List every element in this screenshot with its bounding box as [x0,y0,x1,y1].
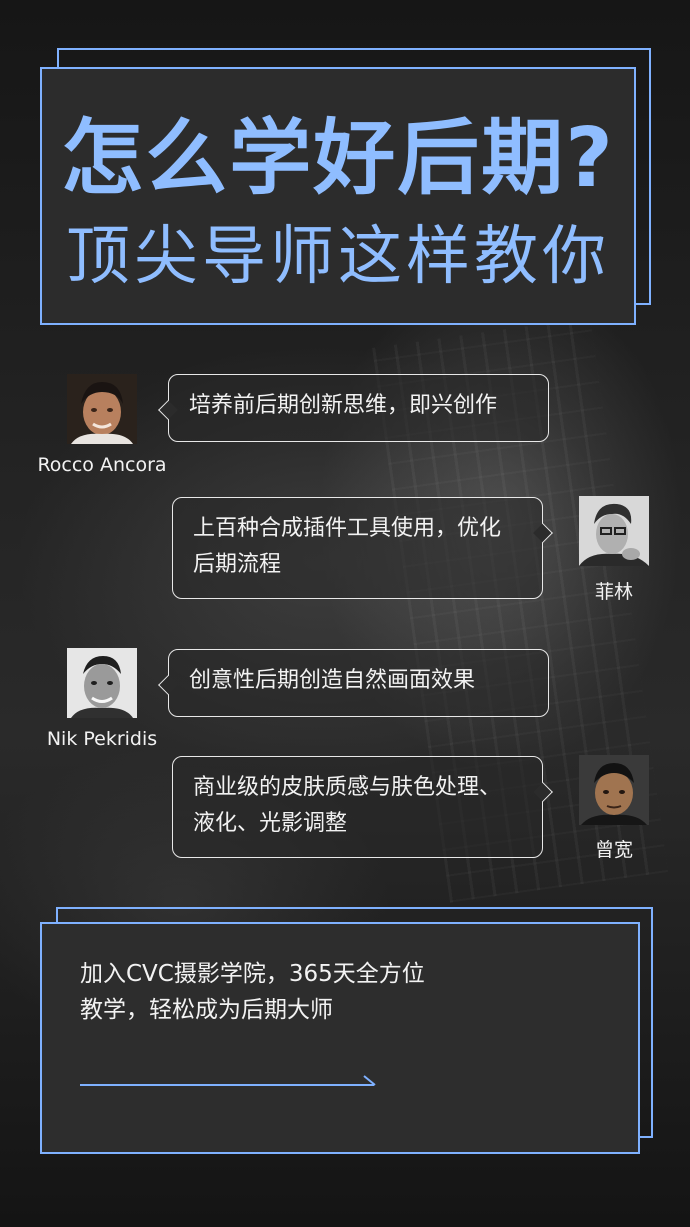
portrait-icon [579,496,649,566]
mentor-bubble-2: 上百种合成插件工具使用，优化后期流程 [172,497,553,599]
mentor-bubble-1: 培养前后期创新思维，即兴创作 [158,374,549,442]
mentor-bubble-3: 创意性后期创造自然画面效果 [158,649,549,717]
avatar-rocco-ancora [67,374,137,444]
mentor-text-1: 培养前后期创新思维，即兴创作 [189,393,498,418]
mentor-text-4: 商业级的皮肤质感与肤色处理、液化、光影调整 [193,775,502,836]
portrait-icon [67,648,137,718]
mentor-text-3: 创意性后期创造自然画面效果 [189,668,476,693]
mentor-name-2: 菲林 [594,581,633,603]
portrait-icon [67,374,137,444]
footer-frame: 加入CVC摄影学院，365天全方位教学，轻松成为后期大师 [40,922,640,1154]
page-subtitle: 顶尖导师这样教你 [66,220,610,294]
header-frame: 怎么学好后期? 顶尖导师这样教你 [40,67,636,325]
mentor-name-4: 曾宽 [594,839,633,861]
arrow-right-icon [80,1075,376,1086]
mentor-text-2: 上百种合成插件工具使用，优化后期流程 [193,516,502,577]
page-title: 怎么学好后期? [61,111,615,206]
portrait-icon [579,755,649,825]
avatar-zengkuan [579,755,649,825]
mentor-name-3: Nik Pekridis [46,728,158,750]
mentor-bubble-4: 商业级的皮肤质感与肤色处理、液化、光影调整 [172,756,553,858]
avatar-feilin [579,496,649,566]
footer-text: 加入CVC摄影学院，365天全方位教学，轻松成为后期大师 [80,961,425,1023]
avatar-nik-pekridis [67,648,137,718]
mentor-name-1: Rocco Ancora [37,454,167,476]
